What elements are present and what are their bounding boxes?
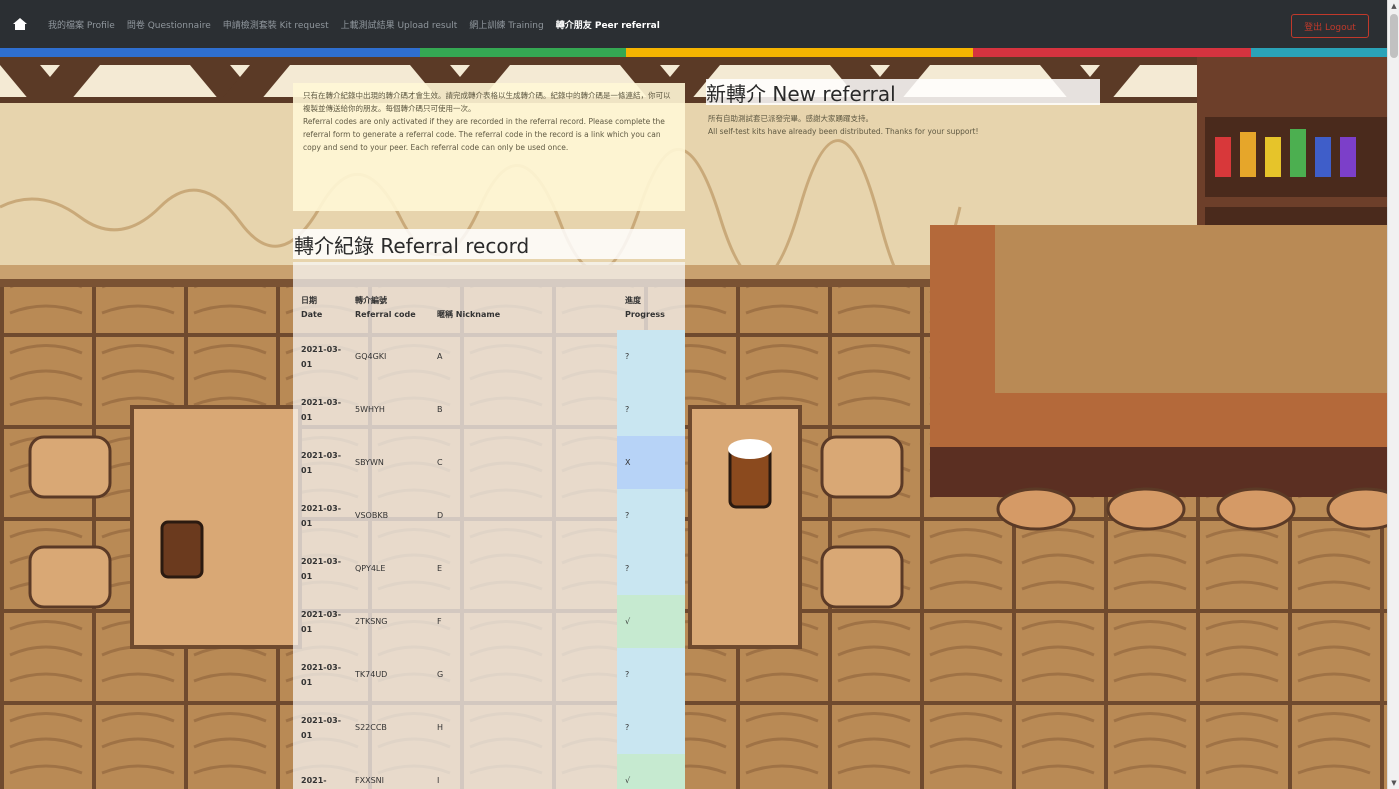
row-progress: ?	[617, 489, 685, 542]
table-row: 2021-03-01 TK74UD G?	[293, 648, 685, 701]
table-row: 2021-03-01 SBYWN C X	[293, 436, 685, 489]
row-date: 2021-03-01	[301, 662, 342, 687]
row-referral-code[interactable]: S22CCB	[347, 701, 429, 754]
row-progress: √	[617, 595, 685, 648]
table-row: 2021-03-01 GQ4GKI A?	[293, 330, 685, 383]
row-date: 2021-03-01	[301, 344, 342, 369]
row-progress: X	[617, 436, 685, 489]
nav-item-5[interactable]: 轉介朋友 Peer referral	[556, 18, 660, 31]
referral-record-body: 2021-03-01 GQ4GKI A? 2021-03-01 5WHYH B? 2021-…	[293, 330, 685, 789]
header-code-en: Referral code	[355, 310, 416, 319]
row-nickname: F	[437, 617, 442, 626]
scroll-down-arrow-icon[interactable]: ▼	[1388, 777, 1399, 789]
nav-item-4[interactable]: 網上訓練 Training	[469, 18, 543, 31]
row-nickname: C	[437, 458, 443, 467]
row-referral-code[interactable]: TK74UD	[347, 648, 429, 701]
row-date: 2021-	[301, 776, 327, 785]
new-referral-en: All self-test kits have already been dis…	[708, 127, 979, 136]
row-referral-code[interactable]: 5WHYH	[347, 383, 429, 436]
color-strip	[0, 48, 1387, 57]
row-date: 2021-03-01	[301, 397, 342, 422]
row-nickname: A	[437, 352, 443, 361]
row-progress: ?	[617, 330, 685, 383]
table-row: 2021-03-01 5WHYH B?	[293, 383, 685, 436]
table-row: 2021- FXXSNI I √	[293, 754, 685, 789]
header-code-zh: 轉介編號	[355, 296, 387, 305]
table-header-row: 日期 Date 轉介編號 Referral code 暱稱 Nickname 進度 P…	[293, 262, 685, 330]
scroll-up-arrow-icon[interactable]: ▲	[1388, 0, 1399, 12]
row-referral-code[interactable]: QPY4LE	[347, 542, 429, 595]
tavern-background	[0, 57, 1387, 789]
header-nickname: 暱稱 Nickname	[437, 310, 501, 319]
logout-button[interactable]: 登出 Logout	[1291, 14, 1369, 38]
page-scrollbar[interactable]: ▲ ▼	[1387, 0, 1399, 789]
new-referral-message: 所有自助測試套已派發完畢。感謝大家踴躍支持。 All self-test kit…	[708, 112, 1128, 138]
nav-item-2[interactable]: 申請檢測套裝 Kit request	[223, 18, 329, 31]
header-date-en: Date	[301, 310, 323, 319]
row-referral-code[interactable]: GQ4GKI	[347, 330, 429, 383]
nav-item-1[interactable]: 問卷 Questionnaire	[127, 18, 211, 31]
row-progress: √	[617, 754, 685, 789]
strip-blue	[0, 48, 420, 57]
strip-teal	[1251, 48, 1387, 57]
row-referral-code[interactable]: 2TKSNG	[347, 595, 429, 648]
row-date: 2021-03-01	[301, 715, 342, 740]
table-row: 2021-03-01 QPY4LE E?	[293, 542, 685, 595]
header-date: 日期 Date	[293, 262, 347, 330]
notice-en: Referral codes are only activated if the…	[303, 117, 665, 152]
row-referral-code[interactable]: VSOBKB	[347, 489, 429, 542]
row-progress: ?	[617, 701, 685, 754]
row-nickname: H	[437, 723, 444, 732]
referral-record-title: 轉介紀錄 Referral record	[293, 229, 685, 259]
top-navbar: 我的檔案 Profile 問卷 Questionnaire 申請檢測套裝 Kit r…	[0, 0, 1387, 48]
nav-item-3[interactable]: 上載測試結果 Upload result	[341, 18, 458, 31]
tavern-illustration	[0, 57, 1387, 789]
referral-notice: 只有在轉介紀錄中出現的轉介碼才會生效。請完成轉介表格以生成轉介碼。紀錄中的轉介碼…	[293, 83, 685, 211]
referral-record-panel: 日期 Date 轉介編號 Referral code 暱稱 Nickname 進度 P…	[293, 262, 685, 789]
header-code: 轉介編號 Referral code	[347, 262, 429, 330]
row-date: 2021-03-01	[301, 556, 342, 581]
table-row: 2021-03-01 2TKSNG F √	[293, 595, 685, 648]
row-date: 2021-03-01	[301, 503, 342, 528]
new-referral-title: 新轉介 New referral	[706, 79, 1100, 106]
row-date: 2021-03-01	[301, 609, 342, 634]
header-progress-zh: 進度	[625, 296, 641, 305]
scroll-thumb[interactable]	[1390, 14, 1398, 58]
row-referral-code[interactable]: SBYWN	[347, 436, 429, 489]
table-row: 2021-03-01 VSOBKB D?	[293, 489, 685, 542]
row-nickname: E	[437, 564, 443, 573]
header-progress-en: Progress	[625, 310, 665, 319]
notice-zh: 只有在轉介紀錄中出現的轉介碼才會生效。請完成轉介表格以生成轉介碼。紀錄中的轉介碼…	[303, 91, 671, 113]
nav-item-0[interactable]: 我的檔案 Profile	[48, 18, 115, 31]
strip-green	[420, 48, 626, 57]
header-progress: 進度 Progress	[617, 262, 685, 330]
row-referral-code[interactable]: FXXSNI	[347, 754, 429, 789]
strip-red	[973, 48, 1251, 57]
row-progress: ?	[617, 542, 685, 595]
nav-menu: 我的檔案 Profile 問卷 Questionnaire 申請檢測套裝 Kit r…	[48, 18, 660, 31]
row-nickname: I	[437, 776, 440, 785]
new-referral-zh: 所有自助測試套已派發完畢。感謝大家踴躍支持。	[708, 114, 873, 123]
row-date: 2021-03-01	[301, 450, 342, 475]
row-progress: ?	[617, 648, 685, 701]
strip-yellow	[626, 48, 973, 57]
row-progress: ?	[617, 383, 685, 436]
table-row: 2021-03-01 S22CCB H?	[293, 701, 685, 754]
row-nickname: B	[437, 405, 443, 414]
row-nickname: G	[437, 670, 444, 679]
row-nickname: D	[437, 511, 444, 520]
referral-record-table: 日期 Date 轉介編號 Referral code 暱稱 Nickname 進度 P…	[293, 262, 685, 789]
header-date-zh: 日期	[301, 296, 317, 305]
home-icon[interactable]	[0, 0, 40, 48]
